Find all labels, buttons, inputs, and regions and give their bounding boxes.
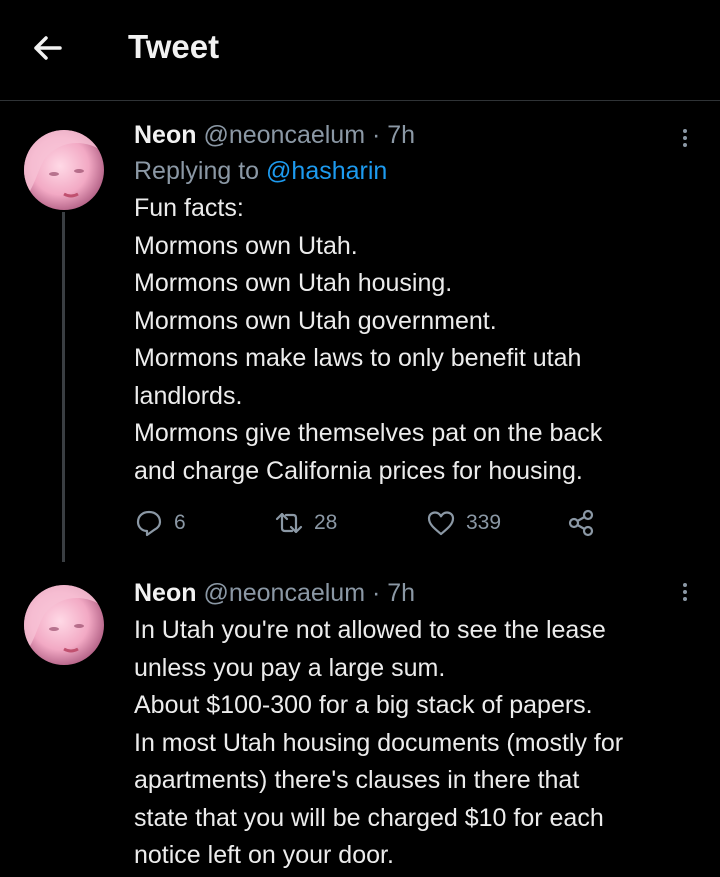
tweet-line: Mormons own Utah. (134, 231, 358, 260)
tweet-actions: 6 28 339 (134, 508, 614, 544)
share-icon (568, 509, 594, 537)
page-title: Tweet (128, 28, 220, 65)
more-icon (680, 129, 690, 147)
tweet-line: Fun facts: (134, 194, 244, 222)
tweet-line: Mormons give themselves pat on the back (134, 419, 603, 447)
replying-to: Replying to @hasharin (134, 156, 700, 186)
tweet-line: In most Utah housing documents (mostly f… (134, 728, 624, 757)
meta-separator: · (372, 121, 381, 149)
more-options-button[interactable] (680, 580, 690, 610)
like-count: 339 (466, 511, 502, 534)
retweet-button[interactable]: 28 (274, 508, 337, 538)
tweet-time[interactable]: 7h (387, 121, 415, 149)
tweet-line: apartments) there's clauses in there tha… (134, 766, 580, 794)
tweet-line: About $100-300 for a big stack of papers… (134, 691, 593, 719)
avatar[interactable] (24, 130, 104, 210)
back-arrow-icon (34, 36, 62, 60)
tweet-line: unless you pay a large sum. (134, 653, 446, 682)
replying-handle-link[interactable]: @hasharin (266, 157, 387, 185)
reply-icon (136, 510, 162, 537)
tweet-line: landlords. (134, 381, 243, 410)
tweet-line: Mormons own Utah housing. (134, 269, 453, 297)
share-button[interactable] (566, 508, 606, 538)
like-button[interactable]: 339 (426, 508, 501, 538)
tweet-line: and charge California prices for housing… (134, 456, 583, 485)
back-button[interactable] (26, 28, 70, 68)
meta-separator: · (372, 579, 381, 607)
tweet-content: Neon @neoncaelum · 7h Replying to @hasha… (134, 120, 700, 490)
tweet-text: Fun facts: Mormons own Utah. Mormons own… (134, 190, 700, 490)
tweet-line: state that you will be charged $10 for e… (134, 803, 604, 832)
reply-button[interactable]: 6 (134, 508, 186, 538)
tweet-line: notice left on your door. (134, 841, 394, 869)
reply-count: 6 (174, 511, 186, 534)
thread-line (62, 212, 65, 562)
tweet-meta: Neon @neoncaelum · 7h (134, 578, 700, 608)
tweet-line: Mormons make laws to only benefit utah (134, 344, 582, 372)
retweet-icon (275, 512, 303, 534)
tweet-meta: Neon @neoncaelum · 7h (134, 120, 700, 150)
tweet-text: In Utah you're not allowed to see the le… (134, 612, 700, 875)
retweet-count: 28 (314, 511, 338, 534)
avatar[interactable] (24, 585, 104, 665)
more-options-button[interactable] (680, 126, 690, 156)
tweet-time[interactable]: 7h (387, 579, 415, 607)
replying-prefix: Replying to (134, 157, 267, 185)
top-bar: Tweet (0, 0, 720, 101)
author-name[interactable]: Neon (134, 579, 197, 607)
tweet-line: Mormons own Utah government. (134, 306, 497, 335)
author-name[interactable]: Neon (134, 121, 197, 149)
author-handle[interactable]: @neoncaelum (203, 579, 365, 607)
tweet-line: In Utah you're not allowed to see the le… (134, 616, 606, 644)
author-handle[interactable]: @neoncaelum (203, 121, 365, 149)
more-icon (680, 583, 690, 601)
tweet-content: Neon @neoncaelum · 7h In Utah you're not… (134, 578, 700, 875)
like-icon (427, 511, 455, 536)
